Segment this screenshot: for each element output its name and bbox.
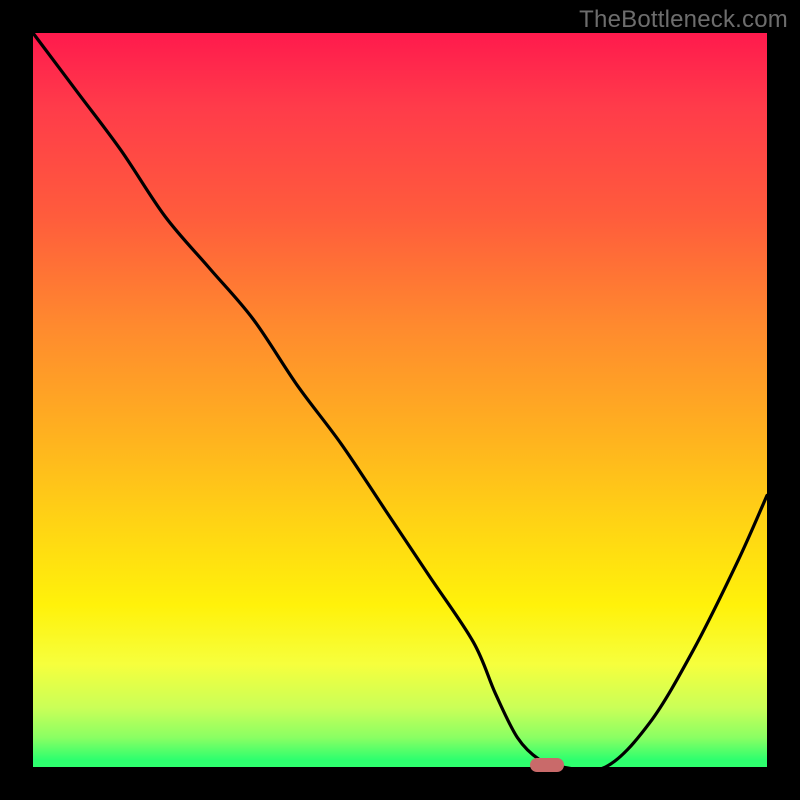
bottleneck-curve [33, 33, 767, 767]
watermark-text: TheBottleneck.com [579, 6, 788, 34]
optimal-marker [530, 758, 564, 772]
plot-area [33, 33, 767, 767]
chart-frame: TheBottleneck.com [0, 0, 800, 800]
